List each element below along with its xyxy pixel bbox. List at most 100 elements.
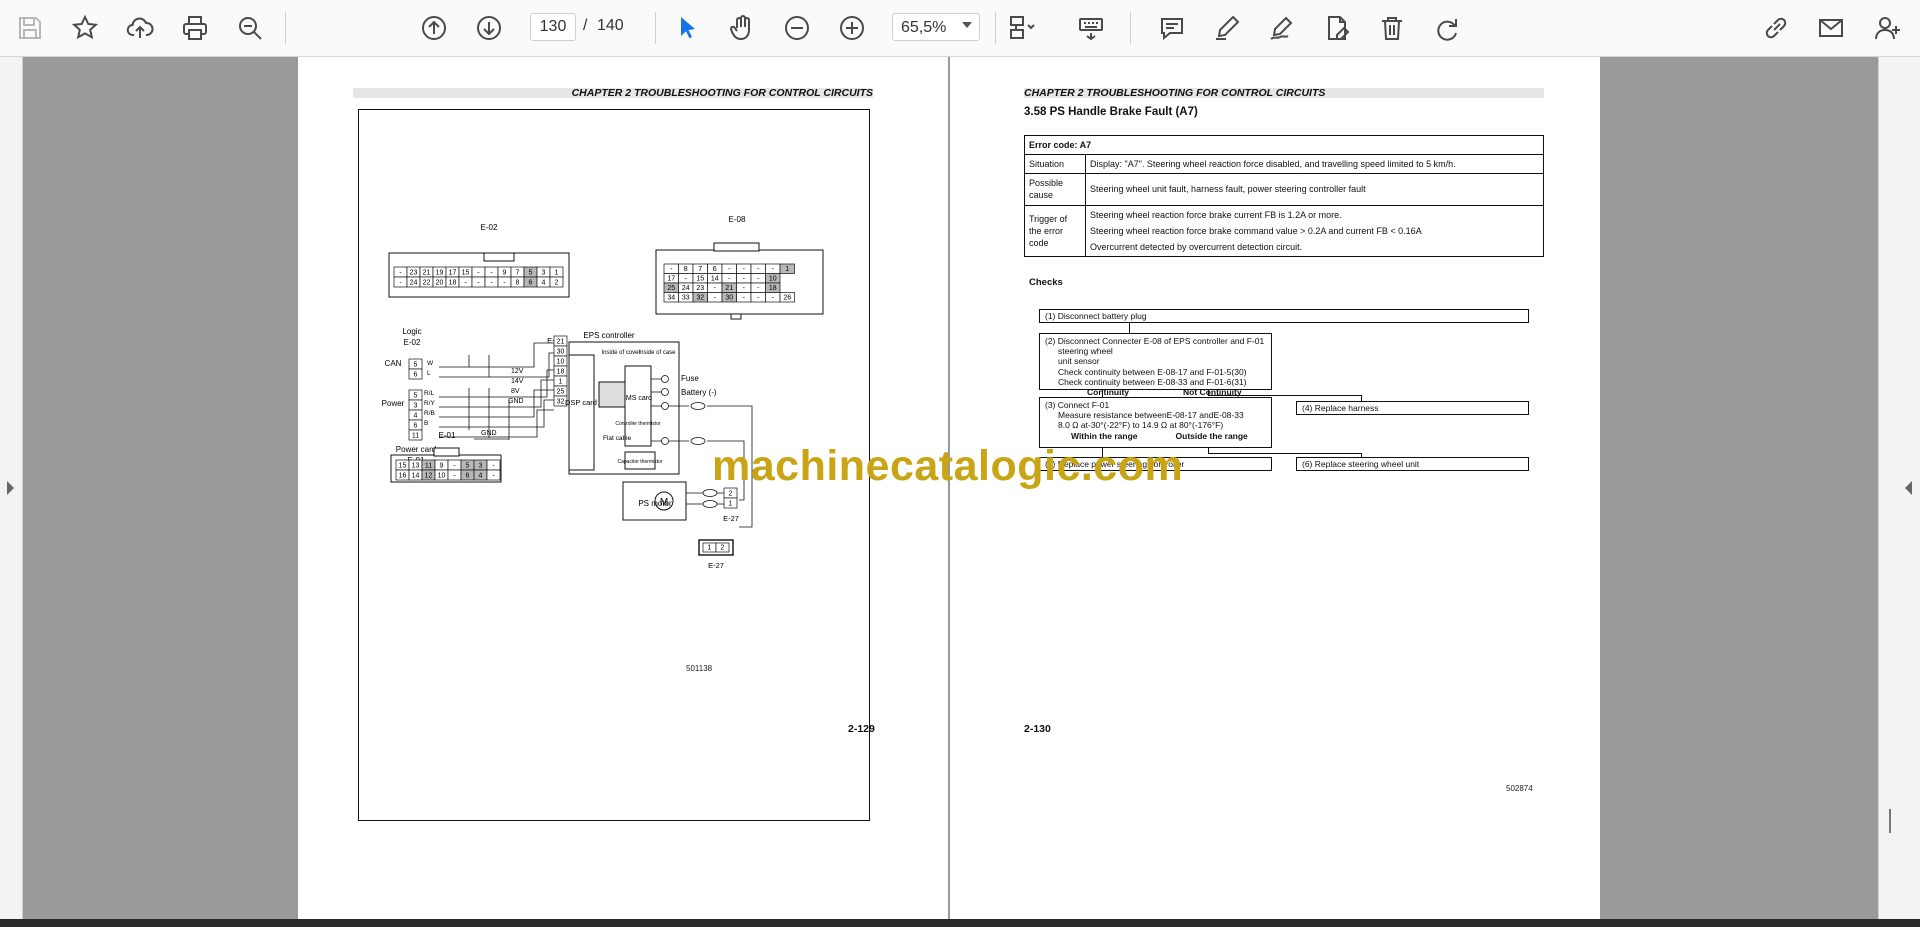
star-icon[interactable] — [67, 10, 103, 46]
e01-pin-label: 6 — [466, 473, 470, 480]
situation-value: Display: "A7". Steering wheel reaction f… — [1085, 154, 1544, 175]
wire-bundle — [439, 342, 554, 440]
toolbar-divider — [995, 12, 996, 44]
error-code-cell: Error code: A7 — [1024, 134, 1544, 156]
taskbar-strip — [0, 919, 1920, 927]
flow-step-2: (2) Disconnect Connecter E-08 of EPS con… — [1039, 333, 1272, 397]
flow-text: unit sensor — [1058, 356, 1100, 367]
can-pin-label: 5 — [414, 362, 418, 369]
scrollbar-thumb[interactable] — [1889, 809, 1891, 833]
e01-connector: 15 13 11 9-5 3 -16 14 12 10-6 4- — [395, 459, 501, 481]
e02-pin-label: 1 — [555, 270, 559, 277]
motor-wires — [686, 489, 724, 508]
figure-code: 501138 — [686, 664, 713, 673]
flow-branch-yes: Continuity — [1087, 386, 1130, 397]
e02-connector: -23 21 19 17 15- -9 7 5 3 1- 24 22 20 18- - - -8 6 4 2 — [393, 266, 564, 288]
e08-pin-label: 24 — [682, 285, 690, 292]
trigger-label: Trigger of the error code — [1024, 204, 1086, 257]
e02-pin-label: 20 — [436, 280, 444, 287]
e08-pin-label: 7 — [698, 266, 702, 273]
upload-cloud-icon[interactable] — [122, 10, 158, 46]
email-icon[interactable] — [1813, 10, 1849, 46]
e02-pin-label: 2 — [555, 280, 559, 287]
e02-pin-label: 21 — [423, 270, 431, 277]
save-icon[interactable] — [12, 10, 48, 46]
e02-label: E-02 — [481, 223, 498, 232]
e01-pin-label: 12 — [425, 473, 433, 480]
e08-side-pin-label: 18 — [557, 369, 565, 376]
e01-pin-label: 15 — [399, 463, 407, 470]
dsp-card-label: DSP card — [565, 398, 597, 407]
zoom-search-icon[interactable] — [232, 10, 268, 46]
e08-pin-label: 17 — [667, 276, 675, 283]
print-icon[interactable] — [177, 10, 213, 46]
e02-pin-label: 9 — [503, 270, 507, 277]
flow-connector — [1102, 390, 1103, 397]
expand-left-panel-icon[interactable] — [7, 481, 14, 495]
next-page-icon[interactable] — [471, 10, 507, 46]
e08-pin-label: 30 — [725, 295, 733, 302]
flow-step-3: (3) Connect F-01 Measure resistance betw… — [1039, 397, 1272, 448]
zoom-value: 65,5% — [901, 19, 947, 36]
flow-text: steering wheel — [1058, 346, 1113, 357]
flow-connector — [1208, 395, 1362, 396]
flat-cable-connector — [598, 381, 626, 408]
figure-code: 502874 — [1506, 784, 1533, 793]
e01-pin-label: 3 — [479, 463, 483, 470]
e01-label: E-01 — [439, 431, 456, 440]
hand-tool-icon[interactable] — [724, 10, 760, 46]
e08-side-pin-label: 21 — [557, 339, 565, 346]
previous-page-icon[interactable] — [416, 10, 452, 46]
page-number: 2-129 — [848, 723, 875, 735]
logic-conn-label: E-02 — [404, 338, 421, 347]
e27-pin-block: 21 — [723, 487, 738, 509]
power-pin-block: 5 3 4 6 11 — [408, 389, 423, 441]
power-wire-color: R/Y — [424, 400, 436, 407]
share-link-icon[interactable] — [1758, 10, 1794, 46]
zoom-in-icon[interactable] — [834, 10, 870, 46]
delete-icon[interactable] — [1374, 10, 1410, 46]
e08-connector: -8 7 6- - - -117-15 14- - -1025 24 23-21- -1834 33 32… — [663, 263, 795, 303]
redo-icon[interactable] — [1429, 10, 1465, 46]
e01-pin-label: 9 — [440, 463, 444, 470]
e01-pin-label: 5 — [466, 463, 470, 470]
e08-pin-label: 1 — [785, 266, 789, 273]
highlight-pen-icon[interactable] — [1209, 10, 1245, 46]
trigger-values: Steering wheel reaction force brake curr… — [1085, 204, 1544, 257]
flow-branch-no: Outside the range — [1175, 430, 1248, 441]
e02-pin-label: 22 — [423, 280, 431, 287]
e01-pin-label: 4 — [479, 473, 483, 480]
power-pin-label: 5 — [414, 393, 418, 400]
can-pin-label: 6 — [414, 372, 418, 379]
power-pin-label: 3 — [414, 403, 418, 410]
e02-pin-label: 8 — [516, 280, 520, 287]
e08-pin-label: 14 — [711, 276, 719, 283]
power-pin-label: 4 — [414, 413, 418, 420]
select-cursor-icon[interactable] — [669, 10, 705, 46]
watermark: machinecatalogic.com — [712, 442, 1184, 490]
eps-controller-label: EPS controller — [583, 331, 634, 340]
e08-pin-label: 26 — [783, 295, 791, 302]
e02-pin-label: 19 — [436, 270, 444, 277]
expand-right-panel-icon[interactable] — [1905, 481, 1912, 495]
e01-pin-label: 16 — [399, 473, 407, 480]
ims-card-label: IMS card — [624, 395, 652, 402]
e01-pin-label: 11 — [425, 463, 432, 470]
e08-pin-label: 34 — [667, 295, 675, 302]
fill-sign-icon[interactable] — [1319, 10, 1355, 46]
page-number: 2-130 — [1024, 723, 1051, 735]
capacitor-thermistor-label: Capacitor thermistor — [617, 459, 662, 465]
chevron-down-icon[interactable] — [962, 22, 972, 28]
zoom-out-icon[interactable] — [779, 10, 815, 46]
fit-page-icon[interactable] — [1004, 10, 1040, 46]
toolbar-divider — [1130, 12, 1131, 44]
toolbar: / 140 65,5% — [0, 0, 1920, 57]
power-label: Power — [382, 399, 405, 408]
keyboard-icon[interactable] — [1073, 10, 1109, 46]
checks-title: Checks — [1029, 277, 1063, 288]
signature-icon[interactable] — [1264, 10, 1300, 46]
add-user-icon[interactable] — [1870, 10, 1906, 46]
page-number-input[interactable] — [530, 13, 576, 41]
v8-label: 8V — [511, 388, 520, 395]
comment-icon[interactable] — [1154, 10, 1190, 46]
